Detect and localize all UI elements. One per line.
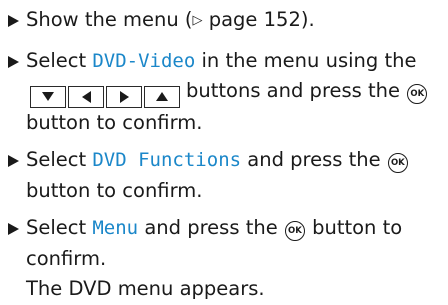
- arrow-down-icon: [30, 85, 66, 108]
- menu-item-dvd-functions: DVD Functions: [92, 149, 242, 171]
- arrow-right-icon: [106, 85, 142, 108]
- arrow-up-icon: [144, 85, 180, 108]
- ok-button-icon: OK: [407, 84, 428, 105]
- step-text: Select: [26, 48, 93, 72]
- step-text: and press the: [138, 216, 284, 239]
- menu-item-menu: Menu: [92, 217, 139, 239]
- step-text: in the menu using the: [195, 48, 417, 72]
- step-text: Show the menu (: [26, 8, 193, 31]
- result-text: The DVD menu appears.: [26, 277, 265, 300]
- arrow-left-icon: [68, 85, 104, 108]
- bullet-icon: [8, 155, 19, 167]
- step-text: Select: [26, 148, 93, 171]
- navigation-buttons: [30, 85, 180, 108]
- page-reference-text: page 152).: [202, 8, 315, 31]
- step-text: buttons and press the: [186, 79, 407, 102]
- step-show-menu: Show the menu (▷ page 152).: [4, 5, 444, 39]
- menu-item-dvd-video: DVD-Video: [92, 49, 196, 72]
- step-text: Select: [26, 216, 93, 239]
- ok-button-icon: OK: [387, 153, 408, 174]
- step-select-dvd-functions: Select DVD Functions and press the OK bu…: [4, 145, 444, 206]
- page-reference-icon: ▷: [192, 13, 203, 28]
- instruction-list: Show the menu (▷ page 152). Select DVD-V…: [0, 0, 448, 305]
- step-select-dvd-video: Select DVD-Video in the menu using the b…: [4, 46, 444, 139]
- step-text: button to confirm.: [26, 110, 203, 134]
- bullet-icon: [8, 55, 19, 68]
- bullet-icon: [8, 15, 19, 27]
- step-text: and press the: [241, 148, 387, 171]
- bullet-icon: [8, 223, 19, 235]
- ok-button-icon: OK: [284, 221, 305, 242]
- step-text: button to confirm.: [26, 178, 203, 202]
- step-select-menu: Select Menu and press the OK button to c…: [4, 213, 444, 305]
